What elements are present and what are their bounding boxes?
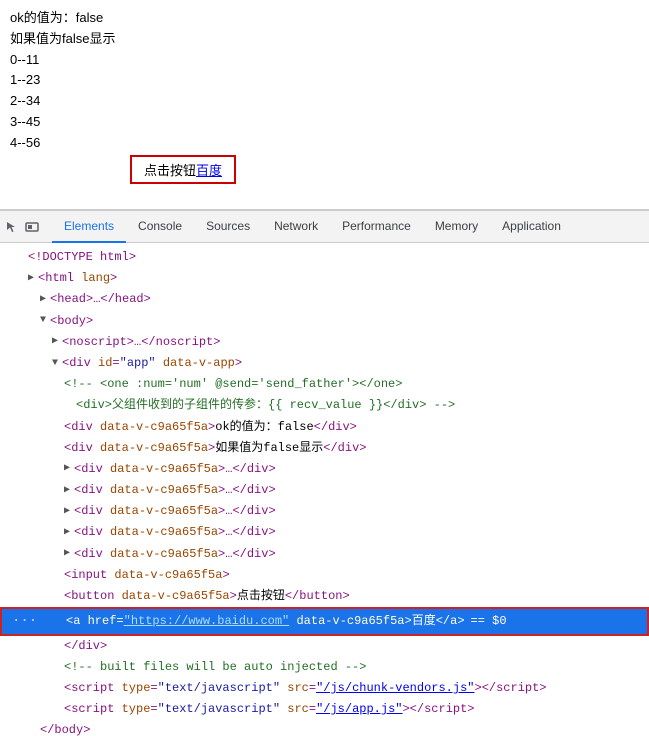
html-line-button[interactable]: <button data-v-c9a65f5a>点击按钮</button> [0, 586, 649, 607]
html-line-anchor[interactable]: ··· <a href="https://www.baidu.com" data… [0, 607, 649, 635]
collapse-div1[interactable]: ▶ [64, 461, 74, 477]
toolbar-icons [4, 219, 44, 235]
html-line-noscript[interactable]: ▶ <noscript>…</noscript> [0, 332, 649, 353]
box-icon[interactable] [24, 219, 40, 235]
collapse-div3[interactable]: ▶ [64, 504, 74, 520]
tab-console[interactable]: Console [126, 211, 194, 243]
button-area: 点击按钮百度 [130, 155, 236, 184]
collapse-head[interactable]: ▶ [40, 292, 50, 308]
cursor-icon[interactable] [4, 219, 20, 235]
preview-line-5: 2--34 [10, 91, 639, 112]
preview-line-3: 0--11 [10, 50, 639, 71]
preview-line-4: 1--23 [10, 70, 639, 91]
html-line-div5[interactable]: ▶ <div data-v-c9a65f5a>…</div> [0, 544, 649, 565]
html-line-script2[interactable]: <script type="text/javascript" src="/js/… [0, 699, 649, 720]
html-line-false-div[interactable]: <div data-v-c9a65f5a>如果值为false显示</div> [0, 438, 649, 459]
collapse-div-app[interactable]: ▼ [52, 356, 62, 372]
html-line-div-app[interactable]: ▼ <div id="app" data-v-app> [0, 353, 649, 374]
tab-network[interactable]: Network [262, 211, 330, 243]
collapse-body[interactable]: ▼ [40, 313, 50, 329]
tab-application[interactable]: Application [490, 211, 573, 243]
collapse-noscript[interactable]: ▶ [52, 334, 62, 350]
html-line-comment1: <!-- <one :num='num' @send='send_father'… [0, 374, 649, 395]
html-line-input[interactable]: <input data-v-c9a65f5a> [0, 565, 649, 586]
button-label: 点击按钮 [144, 160, 196, 179]
devtools-panel: Elements Console Sources Network Perform… [0, 210, 649, 736]
html-line-div-close: </div> [0, 636, 649, 657]
collapse-div2[interactable]: ▶ [64, 483, 74, 499]
baidu-link[interactable]: 百度 [196, 160, 222, 179]
html-line-div2[interactable]: ▶ <div data-v-c9a65f5a>…</div> [0, 480, 649, 501]
collapse-html[interactable]: ▶ [28, 271, 38, 287]
tab-sources[interactable]: Sources [194, 211, 262, 243]
preview-line-6: 3--45 [10, 112, 639, 133]
collapse-div4[interactable]: ▶ [64, 525, 74, 541]
html-line-div1[interactable]: ▶ <div data-v-c9a65f5a>…</div> [0, 459, 649, 480]
html-line-doctype: <!DOCTYPE html> [0, 247, 649, 268]
html-line-head[interactable]: ▶ <head>…</head> [0, 289, 649, 310]
preview-line-7: 4--56 [10, 133, 639, 154]
preview-area: ok的值为：false 如果值为false显示 0--11 1--23 2--3… [0, 0, 649, 210]
tab-performance[interactable]: Performance [330, 211, 423, 243]
collapse-div5[interactable]: ▶ [64, 546, 74, 562]
devtools-toolbar: Elements Console Sources Network Perform… [0, 211, 649, 243]
click-button[interactable]: 点击按钮百度 [130, 155, 236, 184]
html-line-div4[interactable]: ▶ <div data-v-c9a65f5a>…</div> [0, 522, 649, 543]
html-line-html[interactable]: ▶ <html lang> [0, 268, 649, 289]
html-line-body-open[interactable]: ▼ <body> [0, 311, 649, 332]
html-line-comment-injected: <!-- built files will be auto injected -… [0, 657, 649, 678]
tab-elements[interactable]: Elements [52, 211, 126, 243]
html-line-script1[interactable]: <script type="text/javascript" src="/js/… [0, 678, 649, 699]
html-line-ok-div[interactable]: <div data-v-c9a65f5a>ok的值为：false</div> [0, 417, 649, 438]
preview-line-1: ok的值为：false [10, 8, 639, 29]
html-line-div3[interactable]: ▶ <div data-v-c9a65f5a>…</div> [0, 501, 649, 522]
devtools-tabs: Elements Console Sources Network Perform… [52, 211, 645, 243]
devtools-content[interactable]: <!DOCTYPE html> ▶ <html lang> ▶ <head>…<… [0, 243, 649, 736]
tab-memory[interactable]: Memory [423, 211, 490, 243]
html-line-comment2: <div>父组件收到的子组件的传参：{{ recv_value }}</div>… [0, 395, 649, 416]
html-line-body-close: </body> [0, 720, 649, 736]
preview-line-2: 如果值为false显示 [10, 29, 639, 50]
